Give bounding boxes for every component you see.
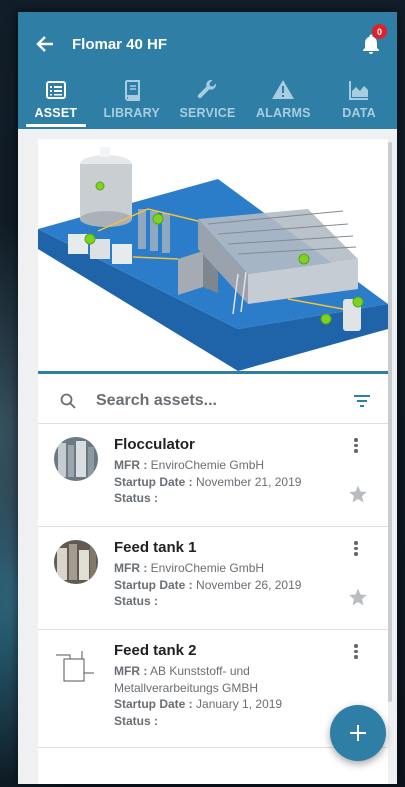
asset-thumbnail [54,643,98,687]
tab-label: DATA [342,106,376,120]
search-bar [38,378,388,424]
asset-name: Feed tank 1 [114,539,197,556]
alarm-bell-button[interactable]: 0 [359,24,387,56]
asset-list-item[interactable]: Feed tank 1 MFR : EnviroChemie GmbH Star… [38,527,388,630]
startup-label: Startup Date : [114,577,193,592]
mfr-label: MFR : [114,664,148,678]
tab-label: ASSET [34,106,78,120]
status-label: Status : [114,713,159,728]
area-chart-icon [349,81,369,100]
more-menu-icon[interactable] [350,644,362,660]
plant-overview-image [38,139,388,374]
mfr-value: EnviroChemie GmbH [150,561,265,575]
asset-thumbnail [54,437,98,481]
plus-icon [350,725,366,741]
alarm-count-badge: 0 [372,24,387,39]
asset-name: Flocculator [114,436,195,453]
asset-panel: Flocculator MFR : EnviroChemie GmbH Star… [38,139,388,784]
app-window: Flomar 40 HF 0 ASSET LIBRARY SERVICE ALA… [18,12,397,784]
tab-label: LIBRARY [103,106,160,120]
tab-data[interactable]: DATA [321,76,397,129]
startup-label: Startup Date : [114,697,193,711]
tab-asset[interactable]: ASSET [18,76,94,129]
more-menu-icon[interactable] [350,438,362,454]
filter-icon[interactable] [352,393,372,409]
list-icon [45,81,66,99]
tab-service[interactable]: SERVICE [170,76,246,129]
startup-value: January 1, 2019 [196,697,283,711]
tab-alarms[interactable]: ALARMS [245,76,321,129]
more-menu-icon[interactable] [350,541,362,557]
search-input[interactable] [96,391,352,410]
search-icon [60,393,76,409]
app-header: Flomar 40 HF 0 ASSET LIBRARY SERVICE ALA… [18,12,397,129]
mfr-label: MFR : [114,458,148,472]
asset-name: Feed tank 2 [114,642,197,659]
favorite-star-icon[interactable] [348,587,368,607]
tab-library[interactable]: LIBRARY [94,76,170,129]
tab-bar: ASSET LIBRARY SERVICE ALARMS DATA [18,76,397,129]
back-arrow-icon[interactable] [32,31,58,57]
mfr-value: EnviroChemie GmbH [150,458,265,472]
startup-value: November 26, 2019 [196,577,302,592]
status-label: Status : [114,491,159,505]
asset-thumbnail [54,540,98,584]
startup-value: November 21, 2019 [196,474,302,489]
wrench-icon [198,79,217,99]
mfr-label: MFR : [114,561,148,575]
warning-icon [272,80,295,99]
book-icon [124,80,140,101]
tab-label: ALARMS [255,106,311,120]
scrollbar[interactable] [388,142,392,702]
add-asset-button[interactable] [330,705,386,761]
startup-label: Startup Date : [114,474,193,489]
tab-label: SERVICE [179,106,236,120]
page-title: Flomar 40 HF [72,35,168,53]
asset-list-item[interactable]: Flocculator MFR : EnviroChemie GmbH Star… [38,424,388,527]
favorite-star-icon[interactable] [348,484,368,504]
status-label: Status : [114,594,159,608]
